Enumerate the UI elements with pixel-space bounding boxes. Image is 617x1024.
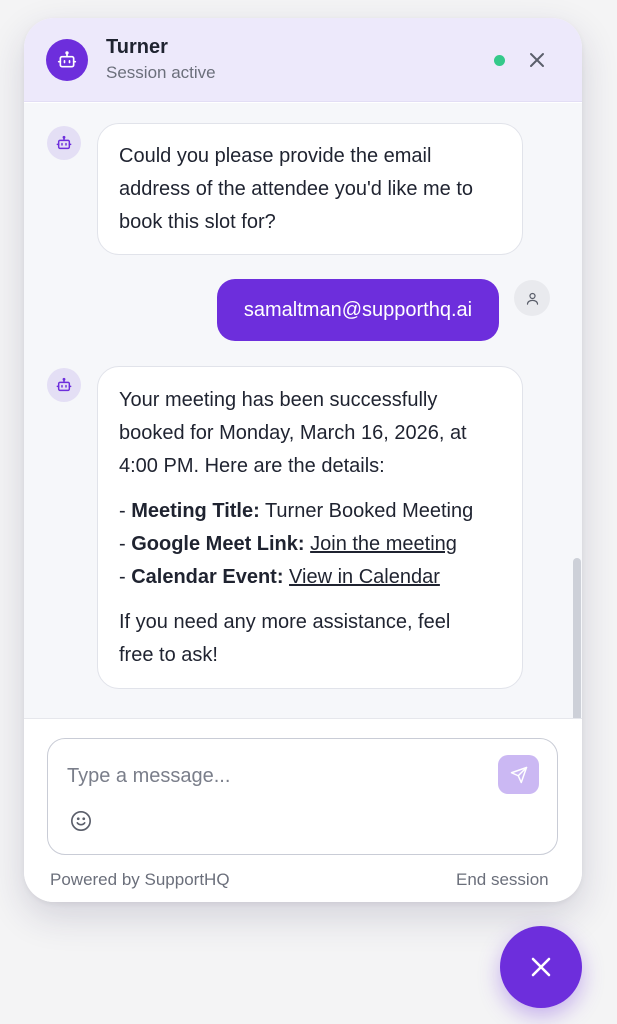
bot-name: Turner xyxy=(106,36,168,58)
chat-header: Turner Session active xyxy=(24,18,582,102)
scrollbar-thumb[interactable] xyxy=(573,558,581,718)
message-line: If you need any more assistance, feel xyxy=(119,611,451,633)
detail-label: Meeting Title: xyxy=(131,500,260,522)
robot-icon xyxy=(57,51,77,68)
online-indicator xyxy=(494,55,505,66)
robot-icon xyxy=(56,135,72,150)
close-icon xyxy=(531,957,551,977)
bot-avatar xyxy=(46,39,88,81)
powered-by-label: Powered by SupportHQ xyxy=(50,870,230,889)
bot-message-avatar xyxy=(47,126,81,160)
emoji-icon xyxy=(71,811,91,831)
message-list[interactable]: Could you please provide the email addre… xyxy=(24,103,582,718)
bot-message-avatar xyxy=(47,368,81,402)
user-avatar xyxy=(514,280,550,316)
detail-calendar-event: - Calendar Event: View in Calendar xyxy=(119,561,502,594)
message-line: free to ask! xyxy=(119,644,218,666)
close-chat-button[interactable] xyxy=(524,47,550,73)
send-button[interactable] xyxy=(498,755,539,794)
user-message-text: samaltman@supporthq.ai xyxy=(243,298,473,321)
emoji-button[interactable] xyxy=(69,809,93,833)
detail-label: Calendar Event: xyxy=(131,566,284,588)
bot-message: Your meeting has been successfully booke… xyxy=(97,366,523,689)
detail-meeting-title: - Meeting Title: Turner Booked Meeting xyxy=(119,495,502,528)
detail-label: Google Meet Link: xyxy=(131,533,305,555)
detail-value: Turner Booked Meeting xyxy=(264,500,474,522)
chat-widget: Turner Session active Could you please p… xyxy=(24,18,582,902)
message-line: address of the attendee you'd like me to xyxy=(119,178,474,200)
message-placeholder: Type a message... xyxy=(67,765,231,787)
end-session-button[interactable]: End session xyxy=(456,870,549,890)
robot-icon xyxy=(56,377,72,392)
detail-meet-link: - Google Meet Link: Join the meeting xyxy=(119,528,502,561)
close-icon xyxy=(530,53,544,67)
message-line: book this slot for? xyxy=(119,211,276,233)
view-calendar-link[interactable]: View in Calendar xyxy=(289,566,440,588)
list-dash: - xyxy=(119,533,132,555)
user-icon xyxy=(526,292,538,305)
join-meeting-link[interactable]: Join the meeting xyxy=(310,533,457,555)
message-line: Could you please provide the email xyxy=(119,145,432,167)
composer: Type a message... Powered by SupportHQ E… xyxy=(24,718,582,902)
session-status: Session active xyxy=(106,63,216,82)
message-line: booked for Monday, March 16, 2026, at xyxy=(119,422,467,444)
message-line: 4:00 PM. Here are the details: xyxy=(119,455,385,477)
send-icon xyxy=(510,766,527,783)
list-dash: - xyxy=(119,500,132,522)
message-line: Your meeting has been successfully xyxy=(119,389,438,411)
bot-message: Could you please provide the email addre… xyxy=(97,123,523,255)
message-input[interactable]: Type a message... xyxy=(47,738,558,855)
list-dash: - xyxy=(119,566,132,588)
user-message: samaltman@supporthq.ai xyxy=(217,279,499,341)
toggle-chat-button[interactable] xyxy=(500,926,582,1008)
